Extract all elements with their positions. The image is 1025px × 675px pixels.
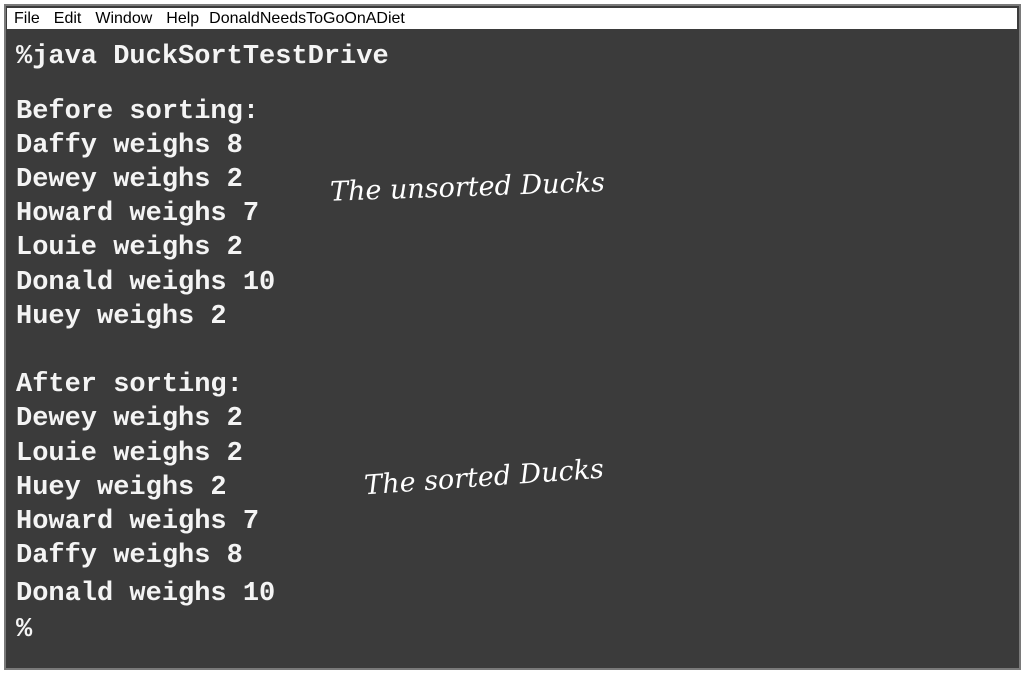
output-line: Howard weighs 7 — [16, 507, 260, 537]
shell-prompt: % — [16, 615, 33, 645]
output-line: Louie weighs 2 — [16, 439, 243, 469]
menu-window[interactable]: Window — [95, 10, 152, 28]
command-line: %java DuckSortTestDrive — [16, 42, 389, 72]
output-line: Daffy weighs 8 — [16, 541, 243, 571]
output-line: Huey weighs 2 — [16, 302, 227, 332]
output-line: Donald weighs 10 — [16, 268, 276, 298]
after-heading: After sorting: — [16, 370, 243, 400]
output-line: Dewey weighs 2 — [16, 165, 243, 195]
output-line: Howard weighs 7 — [16, 199, 260, 229]
window-title: DonaldNeedsToGoOnADiet — [209, 9, 405, 27]
output-line: Huey weighs 2 — [16, 473, 227, 503]
output-line: Louie weighs 2 — [16, 233, 243, 263]
menu-help[interactable]: Help — [166, 10, 199, 28]
output-line: Daffy weighs 8 — [16, 131, 243, 161]
menu-file[interactable]: File — [14, 10, 40, 28]
menu-bar: File Edit Window Help DonaldNeedsToGoOnA… — [7, 8, 1017, 29]
output-line: Dewey weighs 2 — [16, 404, 243, 434]
menu-edit[interactable]: Edit — [54, 10, 82, 28]
before-heading: Before sorting: — [16, 97, 260, 127]
output-line: Donald weighs 10 — [16, 579, 276, 609]
